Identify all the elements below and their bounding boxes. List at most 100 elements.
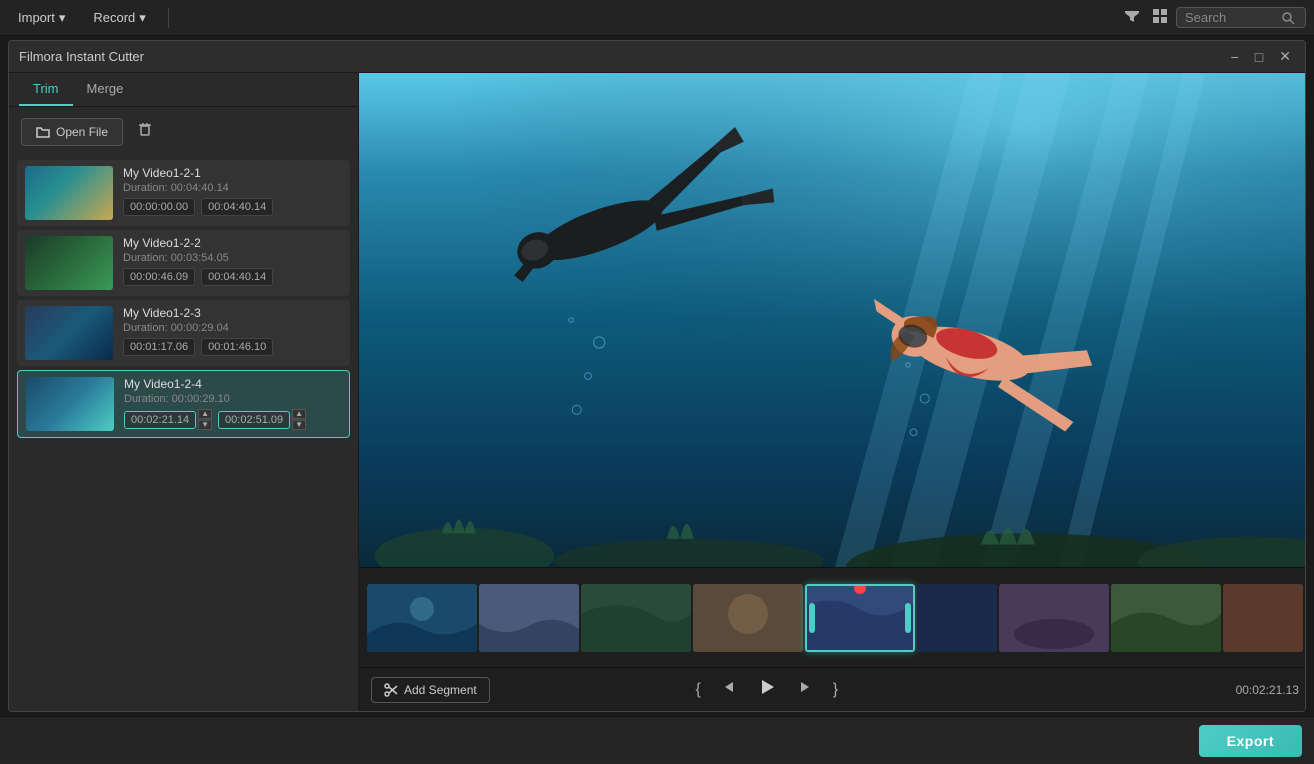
- active-timeline-thumb[interactable]: [805, 584, 915, 652]
- minimize-button[interactable]: −: [1227, 46, 1243, 67]
- import-label: Import: [18, 10, 55, 25]
- delete-button[interactable]: [131, 117, 159, 146]
- list-item[interactable]: My Video1-2-4 Duration: 00:00:29.10 00:0…: [17, 370, 350, 438]
- file-duration: Duration: 00:03:54.05: [123, 252, 342, 264]
- end-time: 00:04:40.14: [201, 198, 273, 216]
- folder-icon: [36, 125, 50, 139]
- start-time-wrap: 00:02:21.14 ▲ ▼: [124, 409, 212, 430]
- timeline-thumb: [917, 584, 997, 652]
- end-time-wrap: 00:02:51.09 ▲ ▼: [218, 409, 306, 430]
- toolbar-icons: [1120, 4, 1306, 31]
- bracket-open-button[interactable]: {: [689, 677, 706, 703]
- timeline-thumb: [479, 584, 579, 652]
- file-thumbnail: [25, 166, 113, 220]
- play-icon: [757, 677, 777, 697]
- file-thumbnail: [25, 306, 113, 360]
- segment-handle-left[interactable]: [809, 603, 815, 633]
- search-input[interactable]: [1185, 10, 1275, 25]
- tab-trim[interactable]: Trim: [19, 73, 73, 106]
- export-button[interactable]: Export: [1199, 725, 1302, 757]
- start-up-btn[interactable]: ▲: [198, 409, 212, 419]
- search-box: [1176, 7, 1306, 28]
- file-list: My Video1-2-1 Duration: 00:04:40.14 00:0…: [9, 156, 358, 711]
- import-chevron: ▾: [59, 10, 66, 26]
- start-down-btn[interactable]: ▼: [198, 420, 212, 430]
- end-up-btn[interactable]: ▲: [292, 409, 306, 419]
- record-chevron: ▾: [139, 10, 146, 26]
- add-segment-label: Add Segment: [404, 683, 477, 697]
- list-item[interactable]: My Video1-2-3 Duration: 00:00:29.04 00:0…: [17, 300, 350, 366]
- file-thumbnail: [25, 236, 113, 290]
- timeline-strip: [359, 568, 1305, 667]
- add-segment-button[interactable]: Add Segment: [371, 677, 490, 703]
- file-name: My Video1-2-1: [123, 166, 342, 180]
- window-title-bar: Filmora Instant Cutter − □ ✕: [9, 41, 1305, 73]
- top-toolbar: Import ▾ Record ▾: [0, 0, 1314, 36]
- timeline-area: [359, 567, 1305, 667]
- grid-icon: [1152, 8, 1168, 24]
- file-info: My Video1-2-3 Duration: 00:00:29.04 00:0…: [123, 306, 342, 356]
- right-panel: Add Segment {: [359, 73, 1305, 711]
- timeline-thumb: [999, 584, 1109, 652]
- video-preview: [359, 73, 1305, 567]
- play-button[interactable]: [751, 673, 783, 706]
- file-duration: Duration: 00:04:40.14: [123, 182, 342, 194]
- tab-merge[interactable]: Merge: [73, 73, 138, 106]
- playback-timestamp: 00:02:21.13: [1236, 683, 1299, 697]
- record-button[interactable]: Record ▾: [83, 6, 155, 30]
- list-item[interactable]: My Video1-2-2 Duration: 00:03:54.05 00:0…: [17, 230, 350, 296]
- file-times: 00:02:21.14 ▲ ▼ 00:02:51.09 ▲ ▼: [124, 409, 341, 430]
- tabs-row: Trim Merge: [9, 73, 358, 107]
- close-button[interactable]: ✕: [1275, 46, 1295, 67]
- end-down-btn[interactable]: ▼: [292, 420, 306, 430]
- timeline-thumb: [581, 584, 691, 652]
- prev-frame-icon: [721, 679, 737, 695]
- end-spinner: ▲ ▼: [292, 409, 306, 430]
- trash-icon: [137, 121, 153, 137]
- file-duration: Duration: 00:00:29.04: [123, 322, 342, 334]
- timeline-thumb: [693, 584, 803, 652]
- file-name: My Video1-2-3: [123, 306, 342, 320]
- bracket-close-button[interactable]: }: [827, 677, 844, 703]
- file-name: My Video1-2-4: [124, 377, 341, 391]
- window-controls: − □ ✕: [1227, 46, 1295, 67]
- main-window: Filmora Instant Cutter − □ ✕ Trim Merge …: [8, 40, 1306, 712]
- toolbar-separator: [168, 8, 169, 28]
- filter-icon: [1124, 8, 1140, 24]
- end-time: 00:02:51.09: [218, 411, 290, 429]
- start-time: 00:02:21.14: [124, 411, 196, 429]
- start-time: 00:00:00.00: [123, 198, 195, 216]
- file-info: My Video1-2-4 Duration: 00:00:29.10 00:0…: [124, 377, 341, 430]
- end-time: 00:01:46.10: [201, 338, 273, 356]
- start-time: 00:01:17.06: [123, 338, 195, 356]
- start-spinner: ▲ ▼: [198, 409, 212, 430]
- list-item[interactable]: My Video1-2-1 Duration: 00:04:40.14 00:0…: [17, 160, 350, 226]
- filter-icon-btn[interactable]: [1120, 4, 1144, 31]
- record-label: Record: [93, 10, 135, 25]
- export-area: Export: [0, 716, 1314, 764]
- file-times: 00:00:00.00 00:04:40.14: [123, 198, 342, 216]
- controls-bar: Add Segment {: [359, 667, 1305, 711]
- open-file-label: Open File: [56, 125, 108, 139]
- file-info: My Video1-2-2 Duration: 00:03:54.05 00:0…: [123, 236, 342, 286]
- grid-icon-btn[interactable]: [1148, 4, 1172, 31]
- restore-button[interactable]: □: [1251, 46, 1267, 67]
- left-panel: Trim Merge Open File: [9, 73, 359, 711]
- import-button[interactable]: Import ▾: [8, 6, 75, 30]
- end-time: 00:04:40.14: [201, 268, 273, 286]
- file-thumbnail: [26, 377, 114, 431]
- file-times: 00:01:17.06 00:01:46.10: [123, 338, 342, 356]
- ocean-scene-svg: [359, 73, 1305, 567]
- next-frame-button[interactable]: [791, 675, 819, 704]
- open-file-button[interactable]: Open File: [21, 118, 123, 146]
- file-duration: Duration: 00:00:29.10: [124, 393, 341, 405]
- window-title: Filmora Instant Cutter: [19, 49, 144, 64]
- timeline-thumb: [1223, 584, 1303, 652]
- prev-frame-button[interactable]: [715, 675, 743, 704]
- file-name: My Video1-2-2: [123, 236, 342, 250]
- video-background: [359, 73, 1305, 567]
- segment-handle-right[interactable]: [905, 603, 911, 633]
- panel-toolbar: Open File: [9, 107, 358, 156]
- file-times: 00:00:46.09 00:04:40.14: [123, 268, 342, 286]
- scissors-icon: [384, 683, 398, 697]
